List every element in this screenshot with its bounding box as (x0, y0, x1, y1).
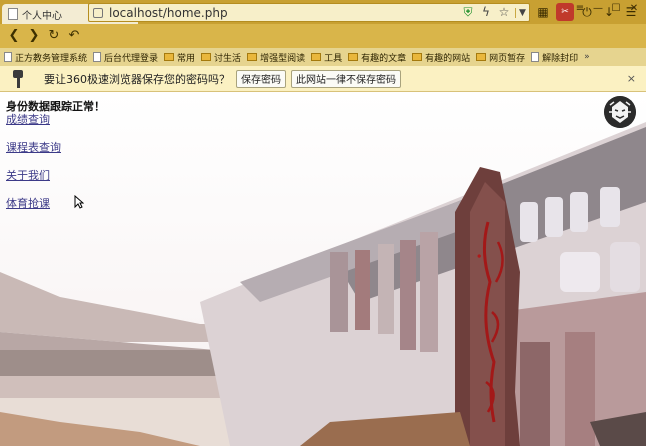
bookmark-folder[interactable]: 常用 (164, 51, 195, 64)
extensions-icon[interactable]: ▦ (534, 3, 552, 21)
bookmark-folder[interactable]: 讨生活 (201, 51, 241, 64)
bookmark-folder[interactable]: 网页暂存 (476, 51, 525, 64)
bookmark-folder[interactable]: 工具 (311, 51, 342, 64)
page-info-icon[interactable] (93, 7, 103, 18)
download-icon[interactable]: ↓ (600, 3, 618, 21)
undo-close-button[interactable]: ↶ (64, 26, 84, 46)
bookmark-item[interactable]: 正方教务管理系统 (4, 51, 87, 64)
folder-icon (247, 53, 258, 61)
bookmarks-overflow-button[interactable]: » (584, 52, 590, 62)
folder-icon (348, 53, 359, 61)
folder-icon (311, 53, 322, 61)
page-icon (8, 8, 18, 20)
folder-icon (412, 53, 423, 61)
url-text[interactable]: localhost/home.php (109, 6, 461, 20)
background-image: · (0, 92, 646, 446)
bookmark-item[interactable]: 解除封印 (531, 51, 578, 64)
folder-icon (164, 53, 175, 61)
grade-query-link[interactable]: 成绩查询 (6, 111, 50, 127)
key-icon (10, 69, 26, 88)
forward-button[interactable]: ❯ (24, 26, 44, 46)
address-bar[interactable]: localhost/home.php ⛨ ϟ ☆ ▼ (88, 3, 530, 22)
page-icon (93, 52, 102, 62)
shield-icon[interactable]: ⛨ (461, 5, 475, 20)
bookmark-item[interactable]: 后台代理登录 (93, 51, 158, 64)
page-content: · 身份数据跟踪正常！ 成绩查询 课程表查询 关于我们 体育抢课 (0, 92, 646, 446)
page-icon (531, 52, 540, 62)
lion-avatar-icon (604, 96, 636, 128)
never-save-password-button[interactable]: 此网站一律不保存密码 (291, 69, 401, 88)
timetable-query-link[interactable]: 课程表查询 (6, 139, 61, 155)
bookmark-bar: 正方教务管理系统 后台代理登录 常用 讨生活 增强型阅读 工具 有趣的文章 有趣… (0, 48, 646, 66)
back-button[interactable]: ❮ (4, 26, 24, 46)
svg-text:·: · (463, 252, 493, 260)
reload-button[interactable]: ↻ (44, 26, 64, 46)
menu-icon[interactable]: ☰ (622, 3, 640, 21)
screenshot-icon[interactable]: ✂ (556, 3, 574, 21)
star-icon[interactable]: ☆ (497, 5, 511, 20)
toolbar-right: ▦ ✂ ⏻ ↓ ☰ (534, 3, 640, 21)
folder-icon (476, 53, 487, 61)
power-icon[interactable]: ⏻ (578, 3, 596, 21)
chevron-down-icon[interactable]: ▼ (515, 7, 529, 18)
password-prompt-message: 要让360极速浏览器保存您的密码吗？ (44, 72, 230, 86)
close-icon[interactable]: × (627, 72, 636, 85)
mouse-cursor-icon (74, 195, 84, 209)
folder-icon (201, 53, 212, 61)
lightning-icon[interactable]: ϟ (479, 5, 493, 20)
about-us-link[interactable]: 关于我们 (6, 167, 50, 183)
password-save-bar: 要让360极速浏览器保存您的密码吗？ 保存密码 此网站一律不保存密码 × (0, 66, 646, 92)
bookmark-folder[interactable]: 增强型阅读 (247, 51, 305, 64)
page-icon (4, 52, 12, 62)
bookmark-folder[interactable]: 有趣的网站 (412, 51, 470, 64)
navigation-bar: ❮ ❯ ↻ ↶ (0, 24, 646, 48)
user-avatar[interactable] (604, 96, 636, 128)
save-password-button[interactable]: 保存密码 (236, 69, 286, 88)
pe-course-grab-link[interactable]: 体育抢课 (6, 195, 50, 211)
bookmark-folder[interactable]: 有趣的文章 (348, 51, 406, 64)
